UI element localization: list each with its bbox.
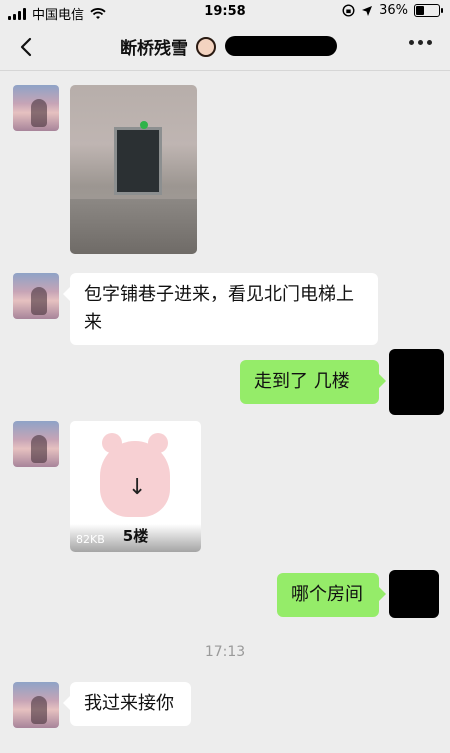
sticker-message[interactable]: ↓ 82KB 5楼 (70, 421, 201, 552)
chat-title: 断桥残雪 (120, 34, 216, 59)
chevron-left-icon[interactable] (16, 36, 38, 58)
photo-doorway (114, 127, 162, 195)
my-avatar-redacted (389, 349, 444, 415)
ellipsis-icon[interactable] (409, 40, 432, 45)
contact-name: 断桥残雪 (120, 39, 188, 59)
photo-ground (70, 199, 197, 254)
message-bubble-outgoing[interactable]: 哪个房间 (277, 573, 386, 617)
battery-icon (414, 4, 443, 17)
orientation-lock-icon (342, 4, 355, 17)
sticker-caption: 5楼 (122, 527, 149, 545)
my-avatar-redacted (389, 570, 439, 618)
contact-avatar[interactable] (13, 273, 59, 319)
down-arrow-icon: ↓ (128, 475, 147, 500)
status-bar: 中国电信 19:58 36% (0, 0, 450, 24)
redacted-name (225, 36, 337, 56)
image-message[interactable] (70, 85, 197, 254)
message-bubble-incoming[interactable]: 包字铺巷子进来，看见北门电梯上来 (63, 273, 378, 345)
status-right: 36% (342, 3, 443, 18)
contact-avatar[interactable] (13, 682, 59, 728)
chat-nav-bar: 断桥残雪 (0, 24, 450, 71)
battery-percent: 36% (379, 3, 408, 18)
contact-avatar[interactable] (13, 421, 59, 467)
message-bubble-outgoing[interactable]: 走到了 几楼 (240, 360, 386, 404)
message-bubble-incoming[interactable]: 我过来接你 (63, 682, 191, 726)
timestamp: 17:13 (204, 644, 246, 660)
woman-emoji-icon (196, 36, 216, 57)
contact-avatar[interactable] (13, 85, 59, 131)
photo-sign (140, 121, 148, 129)
location-arrow-icon (362, 5, 373, 16)
